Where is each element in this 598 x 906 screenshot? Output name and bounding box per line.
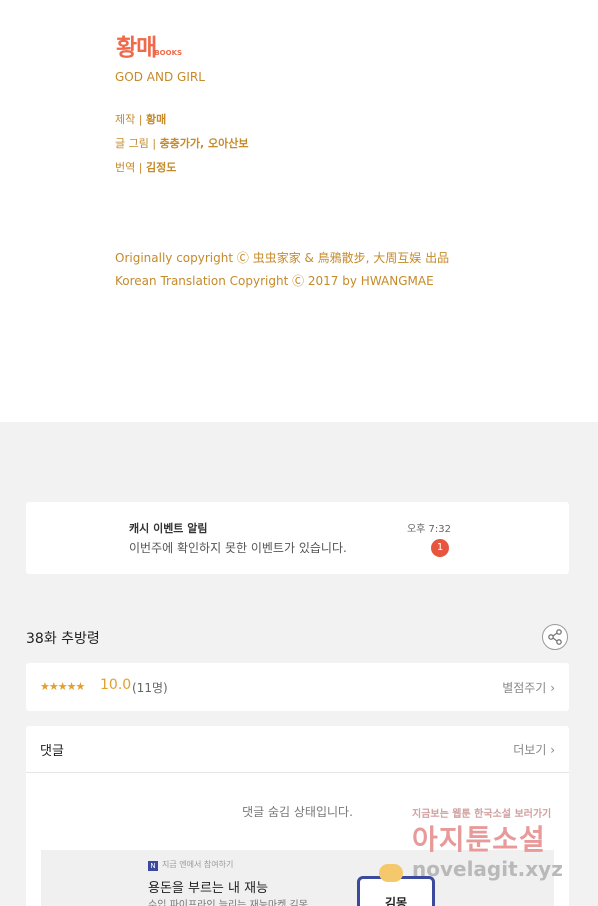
rating-count: (11명) bbox=[132, 681, 168, 695]
ad-book-text: 김몽 bbox=[384, 896, 408, 906]
credit-author: 글 그림 | 충충가가, 오아산보 bbox=[115, 135, 249, 151]
comments-card: 댓글 더보기 › 댓글 숨김 상태입니다. N 지금 엔에서 참여하기 용돈을 … bbox=[26, 726, 569, 906]
episode-title: 38화 추방령 bbox=[26, 631, 100, 647]
logo-main-text: 황매 bbox=[116, 35, 157, 61]
notification-badge: 1 bbox=[431, 539, 449, 557]
ad-hand-illustration bbox=[379, 864, 403, 882]
rating-stars: ★★★★★ bbox=[40, 680, 85, 693]
notification-body: 이번주에 확인하지 못한 이벤트가 있습니다. bbox=[129, 541, 347, 555]
rating-score: 10.0 bbox=[100, 677, 132, 693]
publisher-logo: 황매 BOOKS bbox=[116, 24, 182, 60]
credit-label: 글 그림 | bbox=[115, 137, 160, 150]
rate-button[interactable]: 별점주기 › bbox=[502, 679, 555, 696]
credits-section: 황매 BOOKS GOD AND GIRL 제작 | 황매 글 그림 | 충충가… bbox=[0, 0, 598, 422]
chevron-right-icon: › bbox=[550, 681, 555, 695]
rate-button-label: 별점주기 bbox=[502, 681, 547, 695]
credit-value: 황매 bbox=[145, 113, 167, 126]
copyright-original: Originally copyright Ⓒ 虫虫家家 & 鳥鴉散步, 大周互娱… bbox=[115, 251, 450, 265]
event-notification[interactable]: 캐시 이벤트 알림 오후 7:32 이번주에 확인하지 못한 이벤트가 있습니다… bbox=[26, 502, 569, 574]
credit-label: 제작 | bbox=[115, 113, 146, 126]
credit-label: 번역 | bbox=[115, 161, 146, 174]
comments-title: 댓글 bbox=[40, 744, 64, 759]
share-icon bbox=[548, 629, 562, 645]
rating-card: ★★★★★ 10.0 (11명) 별점주기 › bbox=[26, 663, 569, 711]
ad-tag: 지금 엔에서 참여하기 bbox=[162, 860, 234, 869]
comments-header: 댓글 더보기 › bbox=[26, 726, 569, 773]
credit-value: 충충가가, 오아산보 bbox=[159, 137, 249, 150]
credit-translation: 번역 | 김정도 bbox=[115, 159, 176, 175]
credit-production: 제작 | 황매 bbox=[115, 111, 166, 127]
more-label: 더보기 bbox=[513, 743, 547, 757]
ad-title: 용돈을 부르는 내 재능 bbox=[148, 881, 269, 896]
logo-sub-text: BOOKS bbox=[154, 49, 183, 57]
notification-title: 캐시 이벤트 알림 bbox=[129, 522, 208, 535]
copyright-translation: Korean Translation Copyright Ⓒ 2017 by H… bbox=[115, 274, 434, 288]
share-button[interactable] bbox=[542, 624, 568, 650]
chevron-right-icon: › bbox=[550, 743, 555, 757]
comments-more-button[interactable]: 더보기 › bbox=[513, 741, 555, 758]
ad-brand-icon: N bbox=[148, 861, 158, 871]
comments-hidden-message: 댓글 숨김 상태입니다. bbox=[242, 805, 353, 819]
series-title: GOD AND GIRL bbox=[115, 70, 205, 84]
ad-subtitle: 수입 파이프라인 늘리는 재능마켓 김몽 bbox=[148, 900, 308, 906]
credit-value: 김정도 bbox=[145, 161, 177, 174]
notification-time: 오후 7:32 bbox=[406, 524, 451, 535]
ad-banner[interactable]: N 지금 엔에서 참여하기 용돈을 부르는 내 재능 수입 파이프라인 늘리는 … bbox=[41, 850, 554, 906]
